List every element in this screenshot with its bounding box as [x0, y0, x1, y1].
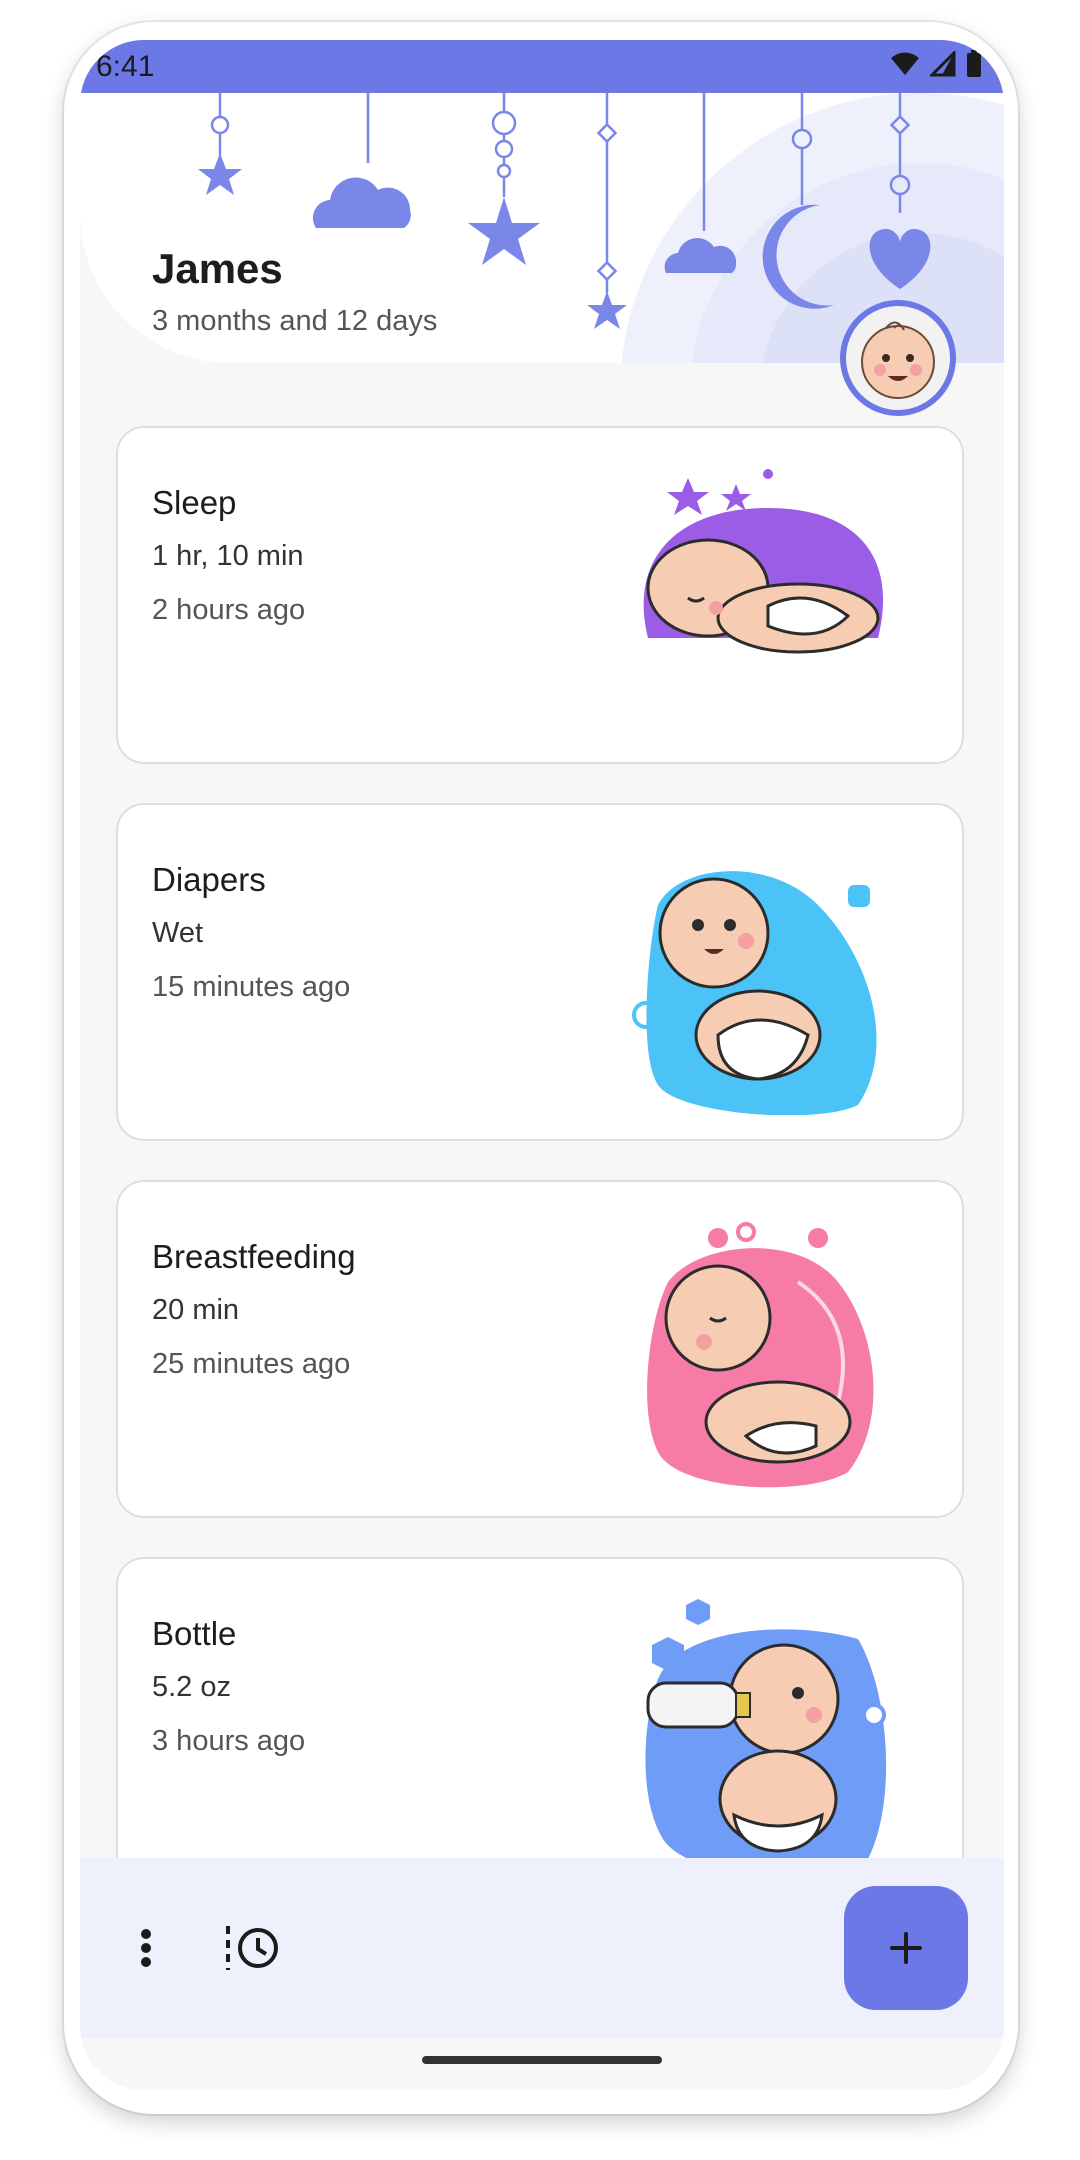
child-name: James — [152, 245, 283, 292]
bottle-baby-icon — [645, 1599, 887, 1877]
wifi-icon — [891, 52, 919, 75]
activity-time: 15 minutes ago — [152, 971, 351, 1003]
breastfeeding-baby-icon — [647, 1222, 874, 1488]
app-screen: 6:41 James 3 months and 12 days Sleep 1 … — [80, 40, 1004, 2090]
activity-title: Sleep — [152, 484, 237, 521]
history-icon[interactable] — [222, 1920, 282, 1976]
plus-icon — [890, 1932, 922, 1964]
activity-time: 25 minutes ago — [152, 1348, 351, 1380]
status-time: 6:41 — [96, 50, 155, 83]
battery-icon — [967, 50, 981, 77]
activity-card-bottle[interactable]: Bottle 5.2 oz 3 hours ago — [116, 1557, 964, 1895]
activity-detail: 5.2 oz — [152, 1671, 231, 1703]
status-icons — [890, 50, 982, 78]
activity-detail: 20 min — [152, 1294, 240, 1326]
baby-face-icon — [861, 321, 935, 399]
signal-icon — [930, 51, 956, 77]
bottom-app-bar — [80, 1858, 1004, 2038]
child-age: 3 months and 12 days — [152, 305, 438, 337]
activity-card-sleep[interactable]: Sleep 1 hr, 10 min 2 hours ago — [116, 426, 964, 764]
activity-card-diapers[interactable]: Diapers Wet 15 minutes ago — [116, 803, 964, 1141]
activity-detail: Wet — [152, 917, 204, 949]
activity-title: Diapers — [152, 861, 266, 898]
diaper-baby-icon — [632, 871, 877, 1115]
activity-time: 3 hours ago — [152, 1725, 306, 1757]
activity-title: Breastfeeding — [152, 1238, 356, 1275]
sleeping-baby-icon — [643, 469, 884, 654]
activity-detail: 1 hr, 10 min — [152, 540, 304, 572]
activity-title: Bottle — [152, 1615, 237, 1652]
activity-card-breastfeeding[interactable]: Breastfeeding 20 min 25 minutes ago — [116, 1180, 964, 1518]
add-activity-button[interactable] — [844, 1886, 968, 2010]
status-bar: 6:41 — [80, 40, 1004, 93]
home-gesture-handle[interactable] — [422, 2056, 662, 2064]
more-vert-icon[interactable] — [134, 1920, 158, 1976]
child-avatar[interactable] — [840, 300, 956, 416]
activity-time: 2 hours ago — [152, 594, 306, 626]
system-nav-bar — [80, 2038, 1004, 2090]
